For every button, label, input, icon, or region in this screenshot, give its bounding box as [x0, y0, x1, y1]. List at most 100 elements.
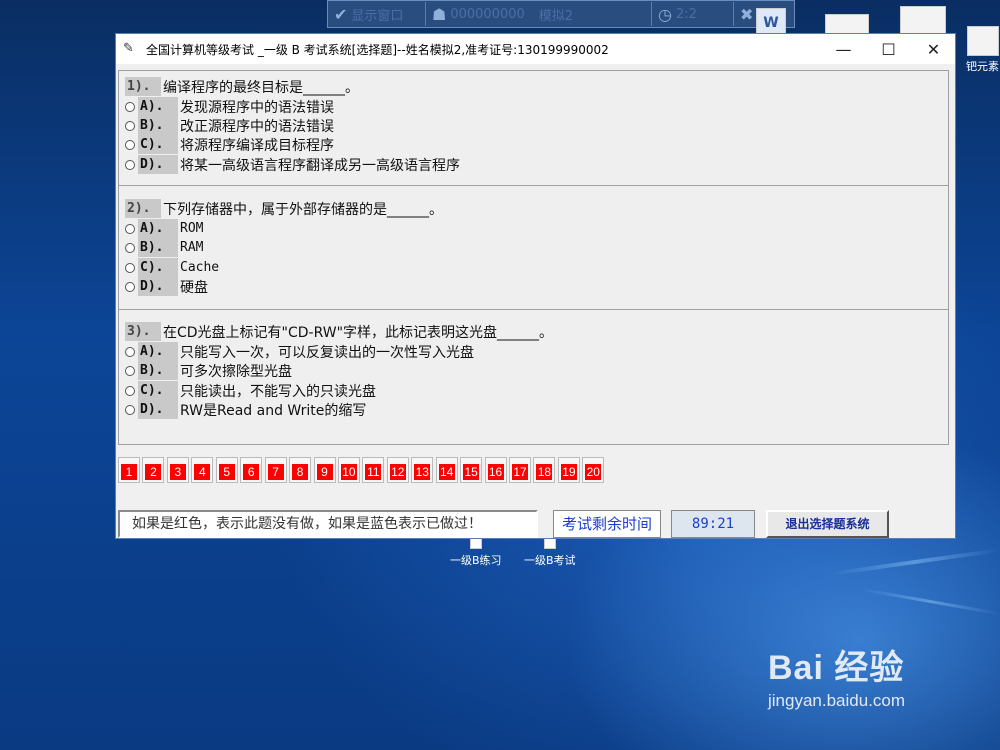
question-nav-button[interactable]: 5 [215, 457, 238, 483]
question-nav-button[interactable]: 19 [557, 457, 580, 483]
question-nav-number: 3 [169, 464, 186, 480]
radio-button[interactable] [125, 262, 135, 273]
question-nav-number: 19 [560, 464, 577, 480]
question-nav-button[interactable]: 7 [264, 457, 287, 483]
question-stem: 1). 编译程序的最终目标是______。 [125, 77, 359, 96]
question-1: 1). 编译程序的最终目标是______。 A). 发现源程序中的语法错误 B)… [119, 71, 948, 186]
question-nav-number: 10 [340, 464, 357, 480]
option-label: D). [138, 277, 178, 296]
radio-button[interactable] [125, 159, 135, 170]
radio-button[interactable] [125, 365, 135, 376]
option-b[interactable]: B). RAM [125, 238, 203, 257]
question-2: 2). 下列存储器中，属于外部存储器的是______。 A). ROM B). … [119, 186, 948, 310]
app-icon: ✎ [123, 41, 134, 56]
question-nav-button[interactable]: 10 [337, 457, 360, 483]
option-c[interactable]: C). 将源程序编译成目标程序 [125, 135, 334, 154]
option-d[interactable]: D). 硬盘 [125, 277, 208, 296]
question-nav-number: 8 [292, 464, 309, 480]
radio-button[interactable] [125, 139, 135, 150]
radio-button[interactable] [125, 101, 135, 112]
exam-toolbar: ✔ 显示窗口 ☗ 000000000 模拟2 ◷ 2:2 ✖ [327, 0, 795, 28]
exit-button[interactable]: 退出选择题系统 [766, 510, 889, 538]
question-nav-number: 16 [487, 464, 504, 480]
title-bar: ✎ 全国计算机等级考试 _一级 B 考试系统[选择题]--姓名模拟2,准考证号:… [116, 34, 955, 64]
radio-button[interactable] [125, 281, 135, 292]
question-nav-button[interactable]: 15 [460, 457, 483, 483]
question-stem: 3). 在CD光盘上标记有"CD-RW"字样，此标记表明这光盘______。 [125, 322, 553, 341]
question-nav-button[interactable]: 1 [118, 457, 140, 483]
radio-button[interactable] [125, 385, 135, 396]
option-a[interactable]: A). 只能写入一次，可以反复读出的一次性写入光盘 [125, 342, 474, 361]
option-text: 发现源程序中的语法错误 [180, 99, 334, 116]
desktop-icon-label: 钯元素 [966, 60, 999, 73]
exam-window: ✎ 全国计算机等级考试 _一级 B 考试系统[选择题]--姓名模拟2,准考证号:… [115, 33, 956, 539]
close-button[interactable]: ✕ [911, 34, 956, 64]
option-label: C). [138, 258, 178, 277]
minimize-button[interactable]: — [821, 34, 866, 64]
desktop-shortcut-practice[interactable]: 一级B练习 [450, 538, 502, 568]
option-text: 硬盘 [180, 279, 208, 296]
option-label: D). [138, 400, 178, 419]
baidu-watermark: Bai 经验 jingyan.baidu.com [768, 640, 905, 711]
question-nav-button[interactable]: 18 [533, 457, 556, 483]
tools-icon: ✖ [740, 4, 754, 24]
question-nav-number: 20 [585, 464, 602, 480]
question-nav-button[interactable]: 8 [289, 457, 312, 483]
time-remaining-label: 考试剩余时间 [553, 510, 661, 538]
watermark-url: jingyan.baidu.com [768, 691, 906, 710]
radio-button[interactable] [125, 404, 135, 415]
question-nav-button[interactable]: 2 [142, 457, 165, 483]
desktop-icon-document[interactable]: 钯元素 [966, 26, 999, 74]
question-text: 下列存储器中，属于外部存储器的是______。 [163, 201, 443, 218]
question-nav-button[interactable]: 14 [435, 457, 458, 483]
question-nav-button[interactable]: 9 [313, 457, 336, 483]
option-b[interactable]: B). 改正源程序中的语法错误 [125, 116, 334, 135]
light-beam [860, 587, 1000, 616]
question-nav-button[interactable]: 11 [362, 457, 385, 483]
option-b[interactable]: B). 可多次擦除型光盘 [125, 361, 292, 380]
radio-button[interactable] [125, 223, 135, 234]
question-nav-button[interactable]: 3 [166, 457, 189, 483]
window-title: 全国计算机等级考试 _一级 B 考试系统[选择题]--姓名模拟2,准考证号:13… [146, 42, 609, 57]
question-nav-number: 5 [218, 464, 235, 480]
question-nav-number: 11 [365, 464, 382, 480]
option-label: C). [138, 381, 178, 400]
radio-button[interactable] [125, 346, 135, 357]
option-d[interactable]: D). RW是Read and Write的缩写 [125, 400, 366, 419]
desktop-shortcut-exam[interactable]: 一级B考试 [524, 538, 576, 568]
question-nav-number: 17 [512, 464, 528, 480]
question-nav-button[interactable]: 12 [386, 457, 409, 483]
question-nav-number: 12 [389, 464, 406, 480]
option-c[interactable]: C). Cache [125, 258, 219, 277]
question-nav-number: 4 [194, 464, 211, 480]
option-label: D). [138, 155, 178, 174]
question-nav-button[interactable]: 16 [484, 457, 507, 483]
question-nav-button[interactable]: 13 [411, 457, 434, 483]
show-window-button[interactable]: ✔ 显示窗口 [330, 2, 426, 26]
option-a[interactable]: A). ROM [125, 219, 203, 238]
question-nav-button[interactable]: 20 [582, 457, 605, 483]
radio-button[interactable] [125, 120, 135, 131]
option-d[interactable]: D). 将某一高级语言程序翻译成另一高级语言程序 [125, 155, 460, 174]
question-nav-number: 6 [243, 464, 260, 480]
maximize-button[interactable]: ☐ [866, 34, 911, 64]
option-a[interactable]: A). 发现源程序中的语法错误 [125, 97, 334, 116]
question-nav-button[interactable]: 17 [509, 457, 531, 483]
option-c[interactable]: C). 只能读出，不能写入的只读光盘 [125, 381, 376, 400]
question-nav-number: 7 [267, 464, 284, 480]
option-text: RW是Read and Write的缩写 [180, 402, 367, 419]
shortcut-label: 一级B考试 [524, 554, 576, 567]
question-nav-number: 1 [121, 464, 137, 480]
question-nav-button[interactable]: 6 [240, 457, 263, 483]
question-nav-number: 9 [316, 464, 333, 480]
question-text: 在CD光盘上标记有"CD-RW"字样，此标记表明这光盘______。 [163, 324, 554, 341]
radio-button[interactable] [125, 242, 135, 253]
candidate-info: ☗ 000000000 模拟2 [428, 2, 652, 26]
question-nav-number: 2 [145, 464, 162, 480]
question-nav-button[interactable]: 4 [191, 457, 214, 483]
watermark-logo: Bai 经验 [768, 649, 905, 687]
option-text: 只能写入一次，可以反复读出的一次性写入光盘 [180, 344, 474, 361]
option-text: 将某一高级语言程序翻译成另一高级语言程序 [180, 157, 460, 174]
maximize-icon: ☐ [881, 39, 896, 59]
option-text: Cache [180, 260, 220, 275]
